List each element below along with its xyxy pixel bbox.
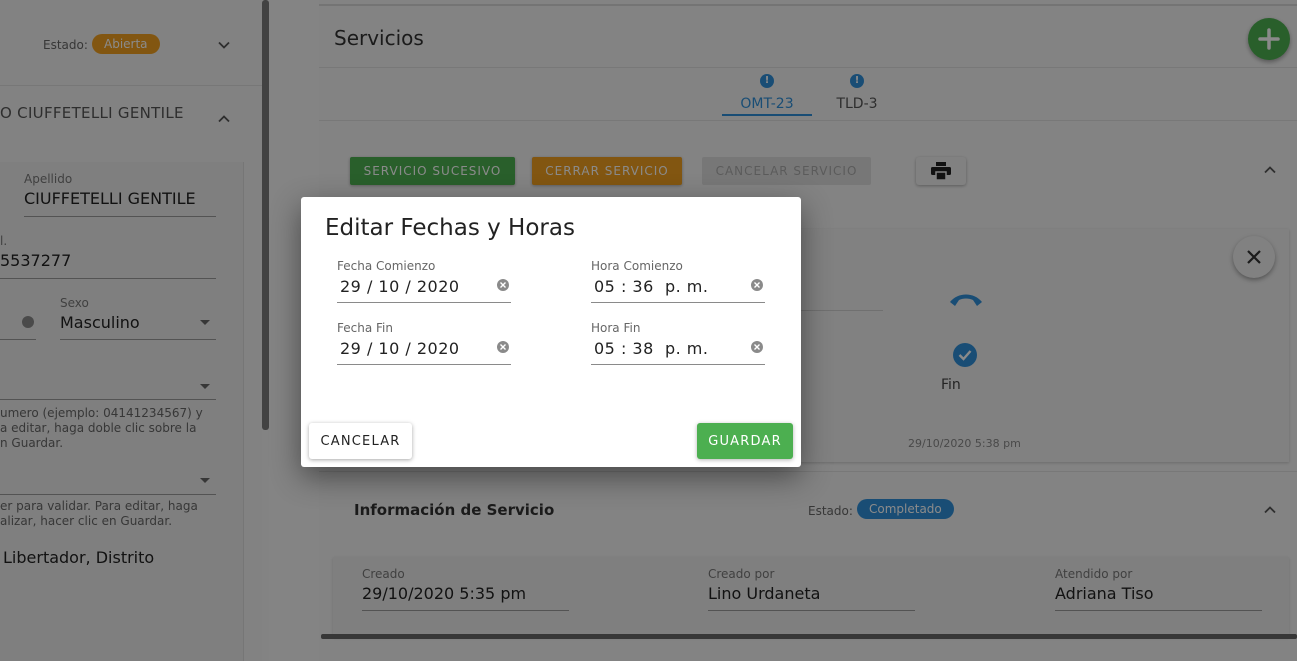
save-button[interactable]: GUARDAR: [697, 423, 793, 459]
fecha-fin-value: 29 / 10 / 2020: [340, 339, 460, 358]
hora-fin-input[interactable]: Hora Fin 05 : 38 p. m.: [591, 321, 765, 365]
clear-icon[interactable]: [497, 279, 509, 291]
fecha-fin-input[interactable]: Fecha Fin 29 / 10 / 2020: [337, 321, 511, 365]
clear-icon[interactable]: [751, 279, 763, 291]
hora-fin-label: Hora Fin: [591, 321, 641, 335]
dialog-title: Editar Fechas y Horas: [325, 215, 575, 241]
hora-comienzo-input[interactable]: Hora Comienzo 05 : 36 p. m.: [591, 259, 765, 303]
fecha-fin-label: Fecha Fin: [337, 321, 393, 335]
clear-icon[interactable]: [497, 341, 509, 353]
fecha-comienzo-value: 29 / 10 / 2020: [340, 277, 460, 296]
edit-dates-dialog: Editar Fechas y Horas Fecha Comienzo 29 …: [301, 197, 801, 467]
fecha-comienzo-label: Fecha Comienzo: [337, 259, 436, 273]
hora-fin-value: 05 : 38 p. m.: [594, 339, 709, 358]
cancel-button[interactable]: CANCELAR: [309, 423, 412, 459]
fecha-comienzo-input[interactable]: Fecha Comienzo 29 / 10 / 2020: [337, 259, 511, 303]
hora-comienzo-value: 05 : 36 p. m.: [594, 277, 709, 296]
hora-comienzo-label: Hora Comienzo: [591, 259, 683, 273]
clear-icon[interactable]: [751, 341, 763, 353]
